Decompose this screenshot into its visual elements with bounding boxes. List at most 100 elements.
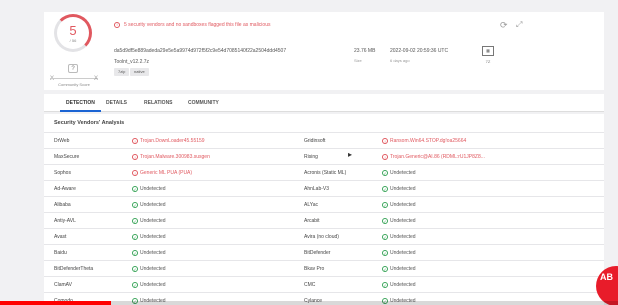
tabs-bar: DETECTION DETAILS RELATIONS COMMUNITY <box>44 94 604 112</box>
table-row: DrWeb! Trojan.DownLoader45.55159 Gridinsof… <box>44 132 604 148</box>
table-row: Alibaba ✓ Undetected ALYac ✓ Undetected <box>44 196 604 212</box>
detection-score-ring: 5 / 56 <box>54 14 92 52</box>
table-row: MaxSecure! Trojan.Malware.300983.susgen Ri… <box>44 148 604 164</box>
vendor-name: BitDefenderTheta <box>54 266 94 272</box>
vendor-result: Undetected <box>390 250 416 256</box>
vendor-name: ALYac <box>304 202 318 208</box>
vendor-name: CMC <box>304 282 316 288</box>
tab-relations[interactable]: RELATIONS <box>138 94 179 112</box>
vendor-result: Undetected <box>140 250 166 256</box>
tab-details[interactable]: DETAILS <box>100 94 133 112</box>
vendor-result: Undetected <box>390 170 416 176</box>
vendor-result: Undetected <box>390 218 416 224</box>
file-icon: ▦ <box>482 46 494 56</box>
community-score-label: Community Score <box>58 82 90 87</box>
file-hash[interactable]: da5d9df5e889adeda29e5e5a9974d972f5f2c9e5… <box>114 48 286 54</box>
vendor-result[interactable]: Trojan.Malware.300983.susgen <box>140 149 210 165</box>
mouse-cursor-icon: ▸ <box>348 150 353 159</box>
check-icon: ✓ <box>132 266 138 272</box>
vendor-result: Undetected <box>140 266 166 272</box>
video-progress-bar[interactable] <box>0 301 618 305</box>
check-icon: ✓ <box>132 202 138 208</box>
table-row: Avast ✓ Undetected Avira (no cloud) ✓ Undetec… <box>44 228 604 244</box>
vendor-result: Undetected <box>390 186 416 192</box>
check-icon: ✓ <box>382 202 388 208</box>
community-score-min-icon: X <box>50 76 55 82</box>
file-size-label: Size <box>354 58 362 63</box>
vendor-result: Undetected <box>140 202 166 208</box>
tab-detection[interactable]: DETECTION <box>60 94 101 112</box>
vendor-name: MaxSecure <box>54 154 80 160</box>
file-size: 23.76 MB <box>354 48 376 54</box>
vendor-name: Avira (no cloud) <box>304 234 339 240</box>
table-row: Antiy-AVL ✓ Undetected Arcabit ✓ Undetected <box>44 212 604 228</box>
file-tag[interactable]: native <box>130 68 149 76</box>
file-tag[interactable]: 7zip <box>114 68 130 76</box>
vendor-name: Arcabit <box>304 218 320 224</box>
check-icon: ✓ <box>382 218 388 224</box>
check-icon: ✓ <box>132 282 138 288</box>
alert-icon: ! <box>382 154 388 160</box>
community-score-bar <box>50 78 98 79</box>
vendor-result[interactable]: Trojan.Generic@AI.86 (RDML:rU1JP8Z8... <box>390 149 485 165</box>
vendor-name: Rising <box>304 154 318 160</box>
check-icon: ✓ <box>132 218 138 224</box>
vendor-result[interactable]: Trojan.DownLoader45.55159 <box>140 133 205 149</box>
check-icon: ✓ <box>382 170 388 176</box>
check-icon: ✓ <box>132 186 138 192</box>
table-row: Sophos! Generic ML PUA (PUA) Acronis (Stat… <box>44 164 604 180</box>
alert-icon: ! <box>132 170 138 176</box>
check-icon: ✓ <box>382 186 388 192</box>
vendor-result: Undetected <box>140 218 166 224</box>
page: 5 / 56 ? X X Community Score ! 5 securit… <box>0 0 618 305</box>
vendor-name: AhnLab-V3 <box>304 186 330 192</box>
detection-alert-text: 5 security vendors and no sandboxes flag… <box>124 22 271 28</box>
vendor-name: Acronis (Static ML) <box>304 170 347 176</box>
table-row: Ad-Aware ✓ Undetected AhnLab-V3 ✓ Undetected <box>44 180 604 196</box>
tab-community[interactable]: COMMUNITY <box>182 94 225 112</box>
alert-icon: ! <box>114 22 120 28</box>
vendor-name: Avast <box>54 234 67 240</box>
reload-icon[interactable]: ⟳ <box>500 20 508 31</box>
vendor-result: Undetected <box>140 282 166 288</box>
vendor-result: Undetected <box>140 234 166 240</box>
vendor-name: Alibaba <box>54 202 71 208</box>
vendor-name: DrWeb <box>54 138 70 144</box>
vendor-result: Undetected <box>390 234 416 240</box>
community-score-help-icon[interactable]: ? <box>68 64 78 73</box>
vendor-name: Sophos <box>54 170 71 176</box>
check-icon: ✓ <box>382 266 388 272</box>
vendor-result: Undetected <box>390 282 416 288</box>
vendor-name: BitDefender <box>304 250 331 256</box>
alert-icon: ! <box>132 138 138 144</box>
expand-icon[interactable]: ⤢ <box>516 20 522 30</box>
vendor-name: Bkav Pro <box>304 266 325 272</box>
vendor-result: Undetected <box>140 186 166 192</box>
vendors-analysis-card: Security Vendors' Analysis DrWeb! Trojan.… <box>44 114 604 305</box>
table-row: BitDefenderTheta ✓ Undetected Bkav Pro ✓ Unde… <box>44 260 604 276</box>
vendor-result: Undetected <box>390 202 416 208</box>
vendor-name: Gridinsoft <box>304 138 326 144</box>
alert-icon: ! <box>382 138 388 144</box>
channel-logo-text: AB <box>600 272 613 282</box>
vendor-result[interactable]: Generic ML PUA (PUA) <box>140 165 192 181</box>
table-row: Baidu ✓ Undetected BitDefender ✓ Undetected <box>44 244 604 260</box>
vendors-table: DrWeb! Trojan.DownLoader45.55159 Gridinsof… <box>44 132 604 305</box>
vendor-name: Baidu <box>54 250 67 256</box>
analysis-date-relative: 6 days ago <box>390 58 410 63</box>
section-title: Security Vendors' Analysis <box>54 120 125 126</box>
check-icon: ✓ <box>382 250 388 256</box>
check-icon: ✓ <box>382 282 388 288</box>
vendor-name: Ad-Aware <box>54 186 76 192</box>
table-row: ClamAV ✓ Undetected CMC ✓ Undetected <box>44 276 604 292</box>
vendor-name: ClamAV <box>54 282 72 288</box>
vendor-result[interactable]: Ransom.Win64.STOP.dg!oa25664 <box>390 133 466 149</box>
vendor-name: Antiy-AVL <box>54 218 76 224</box>
vendor-result: Undetected <box>390 266 416 272</box>
check-icon: ✓ <box>132 250 138 256</box>
community-score-max-icon: X <box>94 76 99 82</box>
detection-total: / 56 <box>69 38 77 43</box>
file-summary-card: 5 / 56 ? X X Community Score ! 5 securit… <box>44 12 604 90</box>
alert-icon: ! <box>132 154 138 160</box>
video-progress-fill <box>0 301 112 305</box>
